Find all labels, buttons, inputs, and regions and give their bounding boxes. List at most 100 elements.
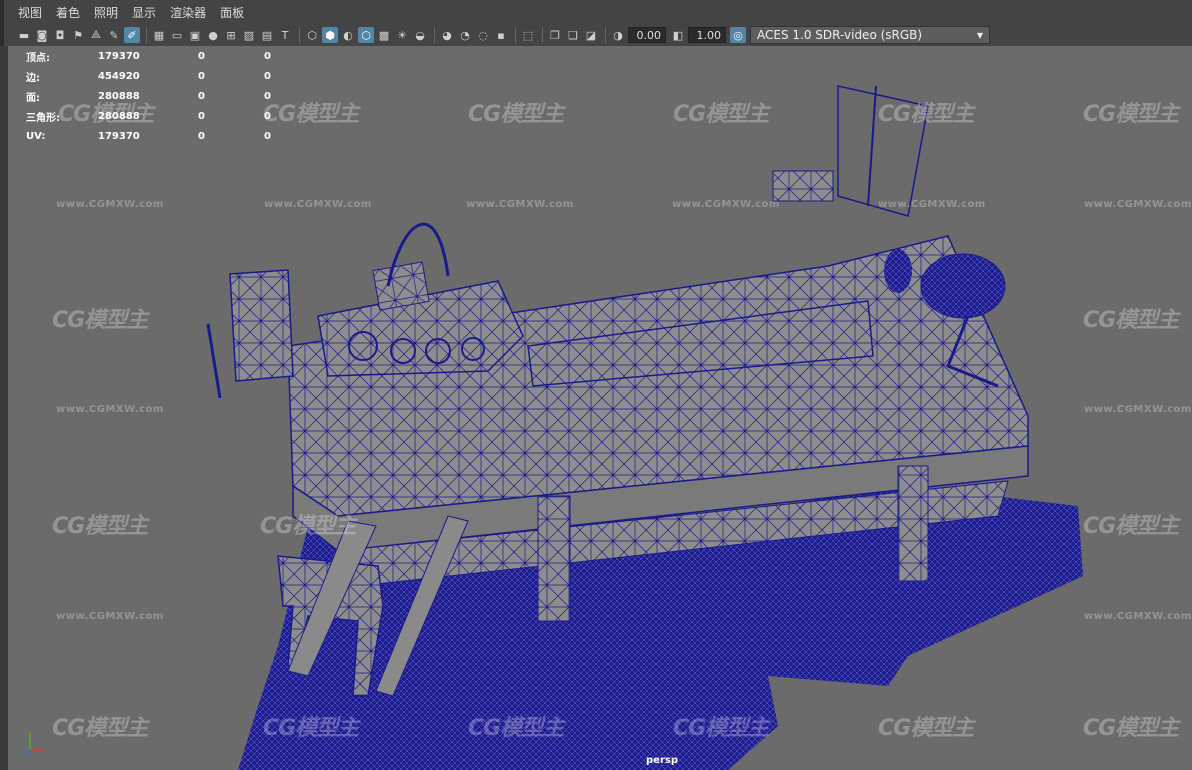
hud-value: 0	[198, 90, 205, 102]
default-material-icon[interactable]: ◐	[340, 27, 356, 43]
camera-name-label: persp	[646, 755, 678, 766]
chevron-down-icon: ▾	[976, 28, 983, 42]
exposure-field[interactable]: 0.00	[628, 27, 666, 43]
screen-space-ao-icon[interactable]: ◕	[439, 27, 455, 43]
color-space-value: ACES 1.0 SDR-video (sRGB)	[757, 28, 923, 42]
resolution-gate-icon[interactable]: ▣	[187, 27, 203, 43]
watermark-logo: CG模型主	[673, 716, 769, 741]
2d-pan-zoom-icon[interactable]: ⟁	[88, 27, 104, 43]
xray-active-components-icon[interactable]: ❑	[565, 27, 581, 43]
watermark-logo: CG模型主	[52, 716, 148, 741]
table-leg	[897, 465, 929, 582]
smooth-shade-icon[interactable]: ⬢	[322, 27, 338, 43]
table-leg	[537, 495, 571, 622]
hud-value: 0	[198, 70, 205, 82]
vise-block	[229, 269, 294, 382]
textured-icon[interactable]: ▩	[376, 27, 392, 43]
hud-label: UV:	[26, 130, 46, 142]
grid-icon[interactable]: ▦	[151, 27, 167, 43]
menu-panels[interactable]: 面板	[220, 4, 244, 21]
small-box	[372, 261, 430, 311]
watermark-logo: CG模型主	[468, 716, 564, 741]
watermark-logo: CG模型主	[1083, 716, 1179, 741]
shadows-icon[interactable]: ◒	[412, 27, 428, 43]
gate-mask-icon[interactable]: ●	[205, 27, 221, 43]
toolbar-separator	[146, 27, 147, 43]
watermark-logo: CG模型主	[1083, 308, 1179, 333]
watermark-logo: CG模型主	[52, 514, 148, 539]
lamp-shade	[920, 253, 1006, 319]
watermark-logo: CG模型主	[263, 102, 359, 127]
camera-attributes-icon[interactable]: ◙	[34, 27, 50, 43]
watermark-logo: CG模型主	[1083, 102, 1179, 127]
hud-value: 179370	[98, 50, 140, 62]
hud-value: 0	[198, 110, 205, 122]
color-management-icon[interactable]: ◎	[730, 27, 746, 43]
toolbar-separator	[605, 27, 606, 43]
watermark-logo: CG模型主	[1083, 514, 1179, 539]
axis-gizmo-icon	[24, 732, 44, 755]
watermark-logo: CG模型主	[878, 716, 974, 741]
hud-value: 0	[264, 50, 271, 62]
anti-aliasing-icon[interactable]: ◌	[475, 27, 491, 43]
toolbar-separator	[299, 27, 300, 43]
left-edge-bar	[0, 24, 8, 770]
text-icon[interactable]: T	[277, 27, 293, 43]
gamma-field[interactable]: 1.00	[688, 27, 726, 43]
hud-value: 0	[264, 130, 271, 142]
pencil-active-icon[interactable]: ✐	[124, 27, 140, 43]
hud-value: 0	[198, 130, 205, 142]
watermark-url: www.CGMXW.com	[1084, 404, 1192, 415]
watermark-url: www.CGMXW.com	[672, 199, 780, 210]
hud-row-uvs: UV: 179370 0 0	[26, 126, 304, 146]
select-camera-icon[interactable]: ▬	[16, 27, 32, 43]
film-gate-icon[interactable]: ▭	[169, 27, 185, 43]
watermark-url: www.CGMXW.com	[264, 199, 372, 210]
xray-joints-icon[interactable]: ◪	[583, 27, 599, 43]
hud-row-edges: 边: 454920 0 0	[26, 66, 304, 86]
hud-label: 顶点:	[26, 52, 50, 64]
watermark-url: www.CGMXW.com	[56, 404, 164, 415]
hud-row-vertices: 顶点: 179370 0 0	[26, 46, 304, 66]
hud-value: 179370	[98, 130, 140, 142]
gamma-icon[interactable]: ◧	[670, 27, 686, 43]
color-space-dropdown[interactable]: ACES 1.0 SDR-video (sRGB) ▾	[750, 26, 990, 44]
perspective-viewport[interactable]: 顶点: 179370 0 0 边: 454920 0 0 面: 280888 0…	[8, 46, 1192, 770]
isolate-select-icon[interactable]: ⬚	[520, 27, 536, 43]
watermark-logo: CG模型主	[673, 102, 769, 127]
vise-handle	[206, 323, 222, 399]
watermark-url: www.CGMXW.com	[878, 199, 986, 210]
image-plane-icon[interactable]: ⚑	[70, 27, 86, 43]
back-frame-rod	[867, 85, 877, 207]
xray-icon[interactable]: ❐	[547, 27, 563, 43]
menu-show[interactable]: 显示	[132, 4, 156, 21]
bookmark-icon[interactable]: ◘	[52, 27, 68, 43]
use-all-lights-icon[interactable]: ☀	[394, 27, 410, 43]
menu-renderer[interactable]: 渲染器	[170, 4, 206, 21]
watermark-url: www.CGMXW.com	[1084, 199, 1192, 210]
watermark-logo: CG模型主	[878, 102, 974, 127]
hud-value: 0	[198, 50, 205, 62]
menu-view[interactable]: 视图	[18, 4, 42, 21]
hud-value: 0	[264, 70, 271, 82]
menu-shading[interactable]: 着色	[56, 4, 80, 21]
watermark-logo: CG模型主	[260, 514, 356, 539]
wireframe-icon[interactable]: ⬡	[304, 27, 320, 43]
viewport-menu-bar: 视图 着色 照明 显示 渲染器 面板	[0, 0, 1192, 24]
watermark-url: www.CGMXW.com	[56, 199, 164, 210]
exposure-icon[interactable]: ◑	[610, 27, 626, 43]
clamp-block	[772, 170, 834, 202]
depth-of-field-icon[interactable]: ▪	[493, 27, 509, 43]
safe-action-icon[interactable]: ▨	[241, 27, 257, 43]
grease-pencil-icon[interactable]: ✎	[106, 27, 122, 43]
watermark-logo: CG模型主	[468, 102, 564, 127]
watermark-url: www.CGMXW.com	[56, 611, 164, 622]
field-chart-icon[interactable]: ⊞	[223, 27, 239, 43]
menu-lighting[interactable]: 照明	[94, 4, 118, 21]
motion-blur-icon[interactable]: ◔	[457, 27, 473, 43]
watermark-url: www.CGMXW.com	[466, 199, 574, 210]
hud-value: 454920	[98, 70, 140, 82]
safe-title-icon[interactable]: ▤	[259, 27, 275, 43]
wireframe-on-shaded-icon[interactable]: ⬡	[358, 27, 374, 43]
hud-label: 边:	[26, 72, 40, 84]
